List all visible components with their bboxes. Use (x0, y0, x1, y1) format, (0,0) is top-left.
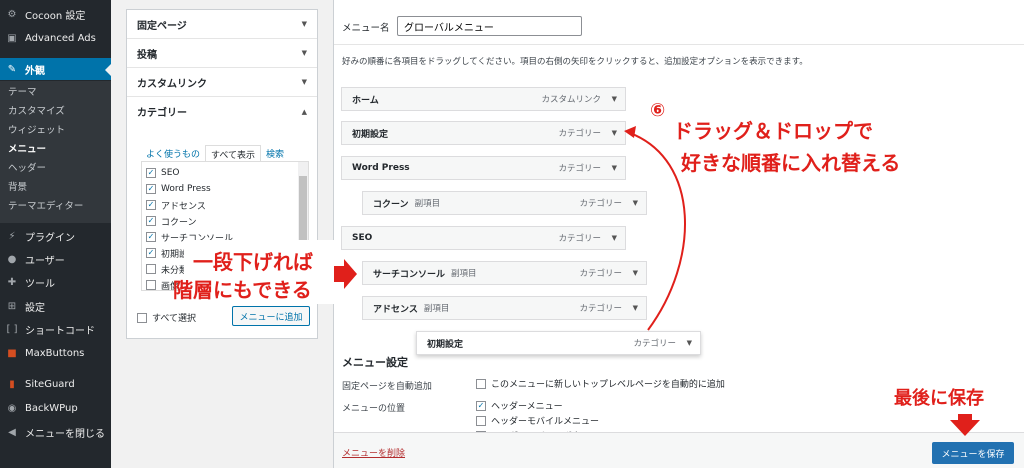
down-arrow-icon (950, 414, 980, 436)
annotation-drag-line1: ドラッグ＆ドロップで (673, 119, 873, 143)
arrowhead-icon (624, 126, 636, 138)
annotation-save-note: 最後に保存 (894, 388, 984, 409)
curved-arrow-icon (629, 132, 686, 331)
right-arrow-icon (334, 259, 357, 289)
annotation-drag-line2: 好きな順番に入れ替える (681, 151, 901, 175)
step-number-badge: ⑥ (650, 100, 666, 121)
annotation-arrows (334, 126, 980, 436)
